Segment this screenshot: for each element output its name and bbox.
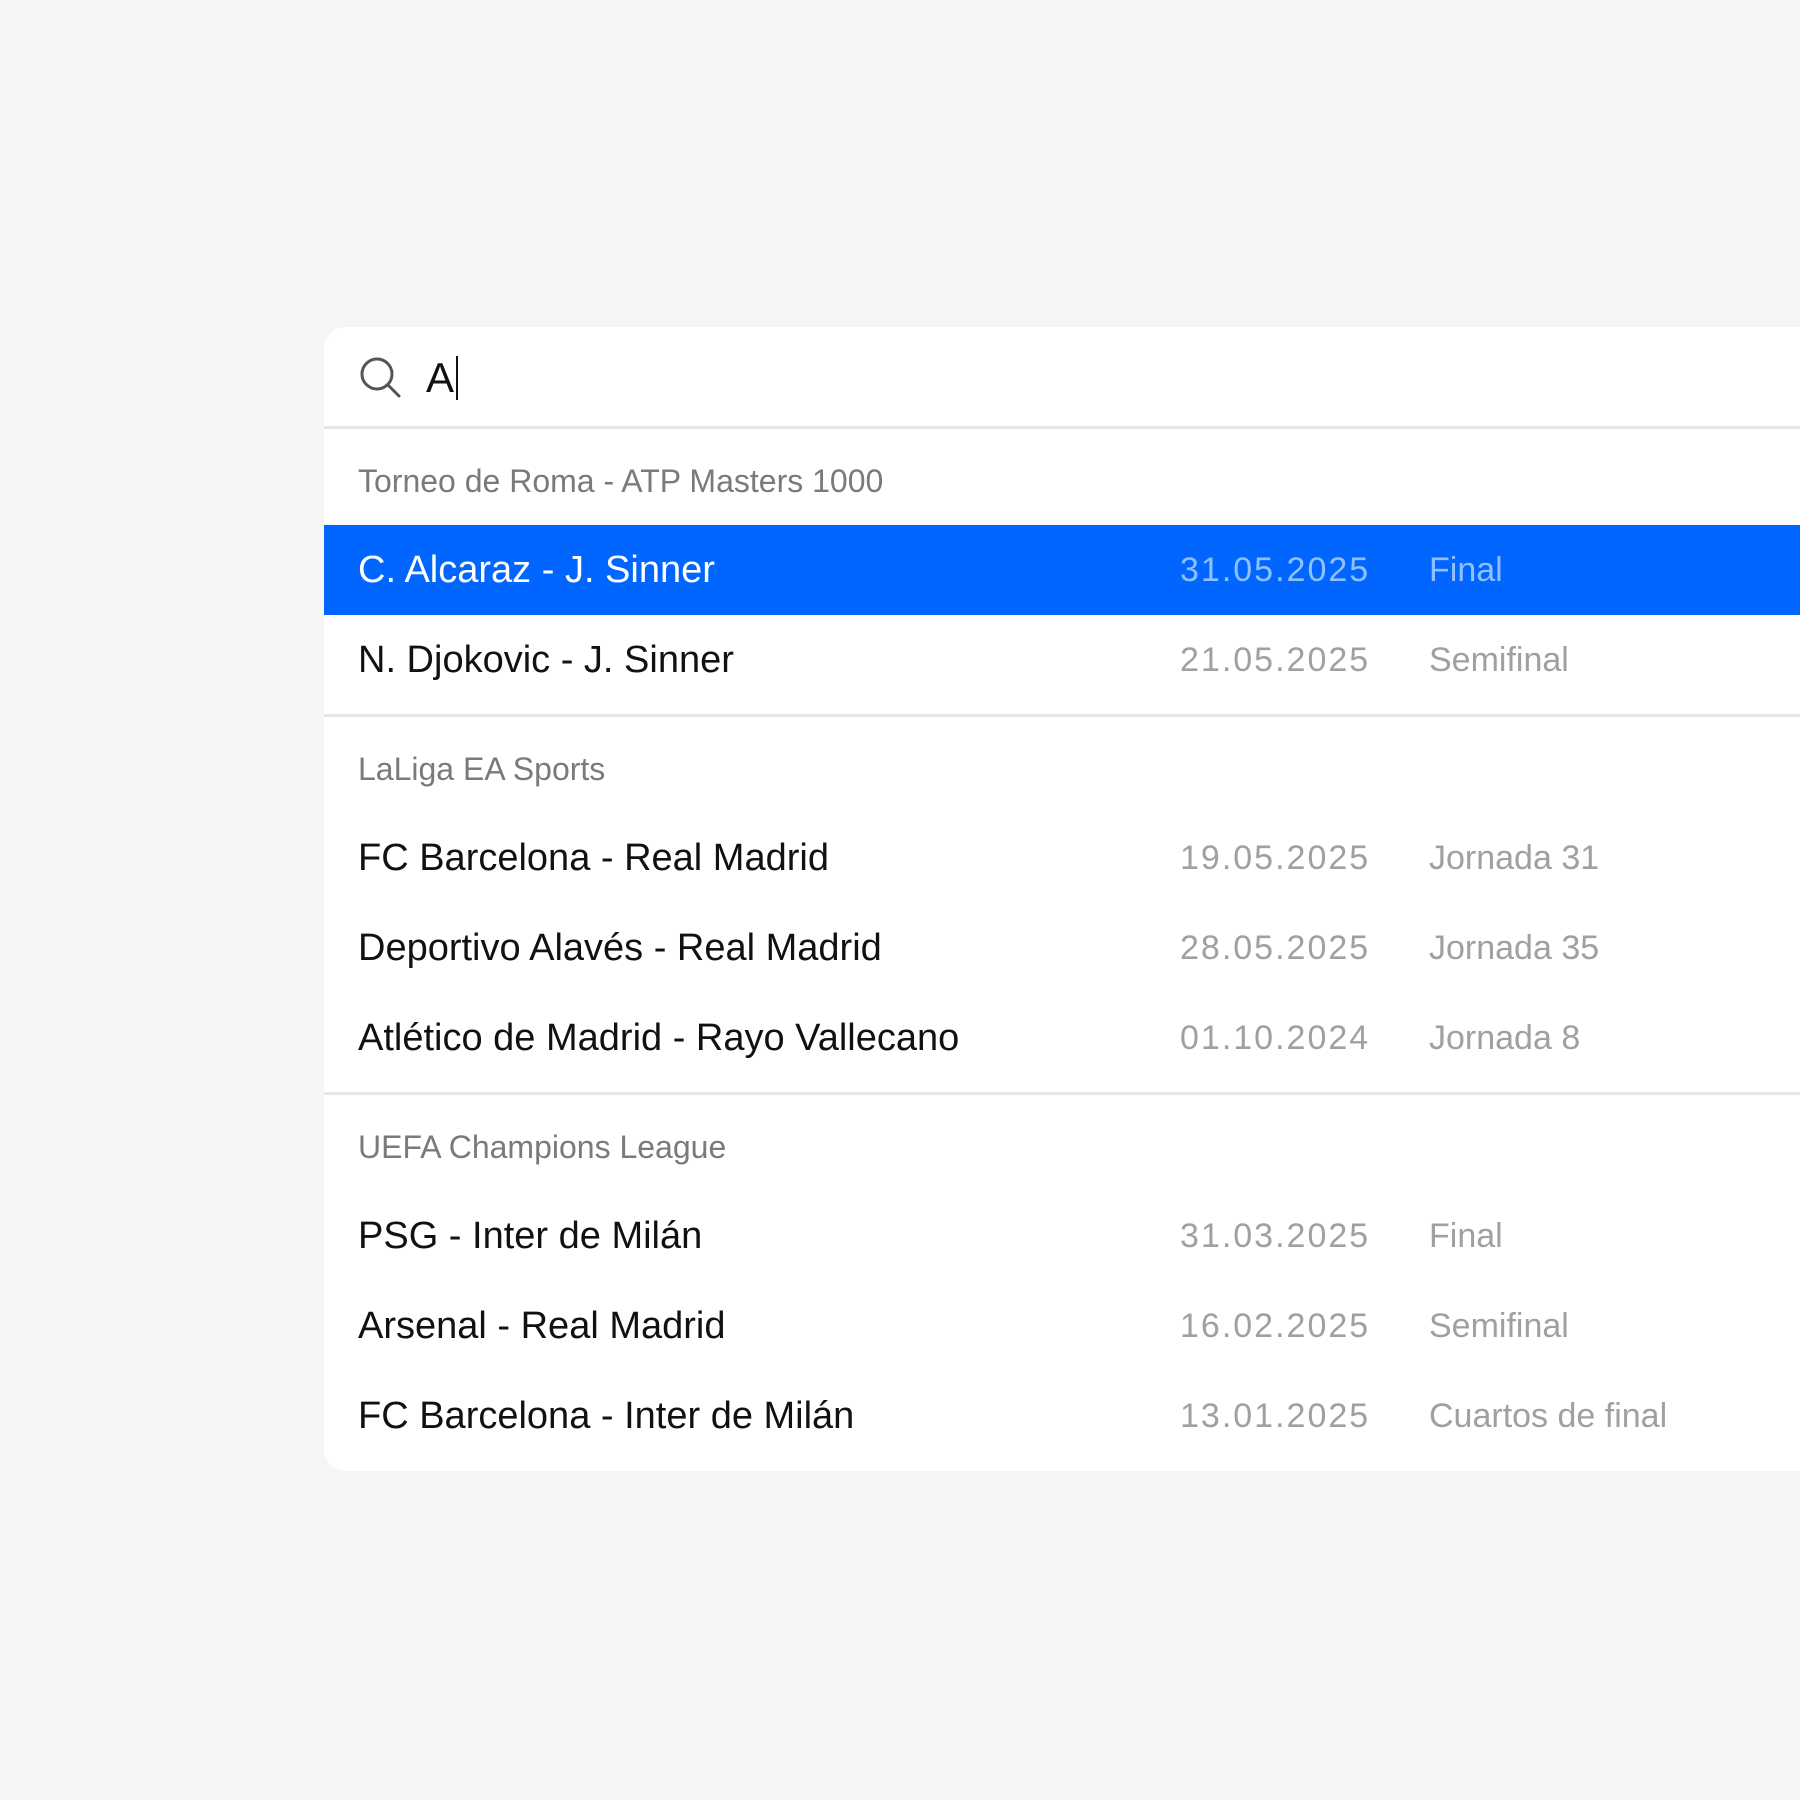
match-stage: Semifinal: [1429, 641, 1569, 679]
match-date: 28.05.2025: [1180, 929, 1371, 967]
match-date: 31.05.2025: [1180, 551, 1371, 589]
match-date: 21.05.2025: [1180, 641, 1371, 679]
search-results-panel: A Torneo de Roma - ATP Masters 1000 C. A…: [324, 327, 1800, 1471]
match-stage: Final: [1429, 551, 1503, 589]
match-name: FC Barcelona - Real Madrid: [358, 837, 829, 879]
match-stage: Jornada 31: [1429, 839, 1600, 877]
match-name: Atlético de Madrid - Rayo Vallecano: [358, 1017, 960, 1059]
result-row[interactable]: Atlético de Madrid - Rayo Vallecano 01.1…: [324, 993, 1800, 1083]
result-row[interactable]: PSG - Inter de Milán 31.03.2025 Final: [324, 1191, 1800, 1281]
match-name: PSG - Inter de Milán: [358, 1215, 703, 1257]
search-bar[interactable]: A: [324, 327, 1800, 429]
result-row[interactable]: Arsenal - Real Madrid 16.02.2025 Semifin…: [324, 1281, 1800, 1371]
text-caret: [456, 356, 459, 400]
match-stage: Jornada 35: [1429, 929, 1600, 967]
search-icon: [360, 357, 401, 398]
match-stage: Semifinal: [1429, 1307, 1569, 1345]
group-header-laliga: LaLiga EA Sports: [358, 751, 606, 787]
group-divider: [324, 1092, 1800, 1095]
match-name: N. Djokovic - J. Sinner: [358, 639, 734, 681]
group-header-ucl: UEFA Champions League: [358, 1129, 727, 1165]
match-stage: Cuartos de final: [1429, 1397, 1668, 1435]
result-row[interactable]: N. Djokovic - J. Sinner 21.05.2025 Semif…: [324, 615, 1800, 705]
match-date: 01.10.2024: [1180, 1019, 1371, 1057]
group-divider: [324, 714, 1800, 717]
result-row[interactable]: Deportivo Alavés - Real Madrid 28.05.202…: [324, 903, 1800, 993]
group-header-atp-roma: Torneo de Roma - ATP Masters 1000: [358, 463, 884, 499]
match-name: Deportivo Alavés - Real Madrid: [358, 927, 882, 969]
match-name: Arsenal - Real Madrid: [358, 1305, 726, 1347]
match-date: 13.01.2025: [1180, 1397, 1371, 1435]
search-input[interactable]: A: [426, 354, 459, 401]
match-name: FC Barcelona - Inter de Milán: [358, 1395, 855, 1437]
match-date: 16.02.2025: [1180, 1307, 1371, 1345]
match-date: 19.05.2025: [1180, 839, 1371, 877]
result-row[interactable]: C. Alcaraz - J. Sinner 31.05.2025 Final: [324, 525, 1800, 615]
match-stage: Final: [1429, 1217, 1503, 1255]
match-date: 31.03.2025: [1180, 1217, 1371, 1255]
match-stage: Jornada 8: [1429, 1019, 1581, 1057]
search-input-value: A: [426, 354, 455, 401]
result-row[interactable]: FC Barcelona - Real Madrid 19.05.2025 Jo…: [324, 813, 1800, 903]
result-row[interactable]: FC Barcelona - Inter de Milán 13.01.2025…: [324, 1371, 1800, 1461]
match-name: C. Alcaraz - J. Sinner: [358, 549, 715, 591]
